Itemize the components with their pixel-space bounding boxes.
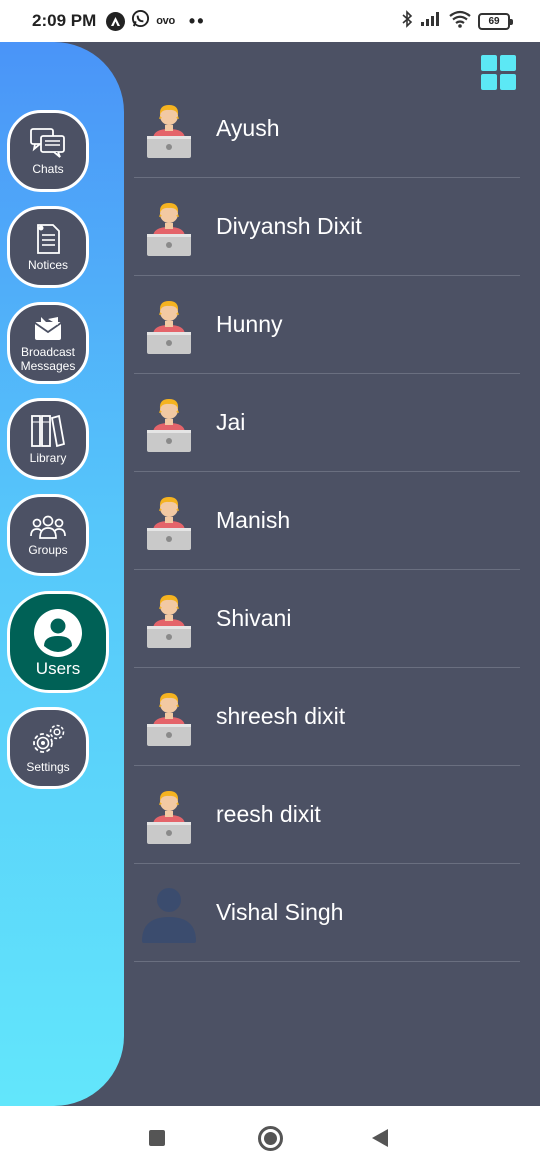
status-bar: 2:09 PM ovo •• 69 bbox=[0, 0, 540, 42]
user-name: Manish bbox=[216, 507, 291, 533]
user-name: Hunny bbox=[216, 311, 283, 337]
library-icon bbox=[30, 414, 66, 448]
groups-icon bbox=[29, 514, 67, 540]
ovo-icon: ovo bbox=[156, 15, 175, 27]
developer-avatar-icon bbox=[135, 683, 203, 751]
sidebar-item-broadcast-messages[interactable]: Broadcast Messages bbox=[7, 302, 89, 384]
user-name: reesh dixit bbox=[216, 801, 321, 827]
user-list: Ayush Divyansh Dixit Hunny Jai Manish Shivani… bbox=[134, 80, 520, 962]
user-list-item[interactable]: Vishal Singh bbox=[134, 864, 520, 962]
developer-avatar-icon bbox=[135, 585, 203, 653]
back-button[interactable] bbox=[372, 1129, 388, 1147]
more-notifications-dots: •• bbox=[188, 10, 206, 31]
bluetooth-icon bbox=[401, 9, 413, 33]
wifi-icon bbox=[449, 10, 471, 33]
recents-button[interactable] bbox=[149, 1130, 165, 1146]
developer-avatar-icon bbox=[135, 193, 203, 261]
status-time: 2:09 PM bbox=[32, 11, 97, 30]
whatsapp-icon bbox=[131, 9, 150, 33]
sidebar-item-label: Library bbox=[29, 450, 67, 465]
user-list-item[interactable]: shreesh dixit bbox=[134, 668, 520, 766]
user-icon bbox=[33, 608, 83, 658]
battery-icon: 69 bbox=[478, 12, 513, 30]
user-list-item[interactable]: Manish bbox=[134, 472, 520, 570]
user-name: shreesh dixit bbox=[216, 703, 346, 729]
sidebar-item-library[interactable]: Library bbox=[7, 398, 89, 480]
broadcast-icon bbox=[33, 314, 63, 342]
user-list-item[interactable]: Divyansh Dixit bbox=[134, 178, 520, 276]
sidebar-item-groups[interactable]: Groups bbox=[7, 494, 89, 576]
developer-avatar-icon bbox=[135, 487, 203, 555]
sidebar-item-chats[interactable]: Chats bbox=[7, 110, 89, 192]
sidebar-item-label: Notices bbox=[27, 257, 68, 272]
user-name: Divyansh Dixit bbox=[216, 213, 362, 239]
sidebar-item-label: Chats bbox=[32, 161, 64, 176]
developer-avatar-icon bbox=[135, 389, 203, 457]
user-list-item[interactable]: Shivani bbox=[134, 570, 520, 668]
system-nav-bar bbox=[0, 1106, 540, 1170]
sidebar-item-label: Users bbox=[35, 659, 81, 678]
user-name: Shivani bbox=[216, 605, 292, 631]
home-button[interactable] bbox=[258, 1126, 283, 1151]
user-name: Ayush bbox=[216, 115, 280, 141]
sidebar-item-label: Settings bbox=[26, 759, 70, 774]
person-avatar-icon bbox=[135, 879, 203, 947]
user-name: Jai bbox=[216, 409, 246, 435]
sidebar-item-settings[interactable]: Settings bbox=[7, 707, 89, 789]
signal-icon bbox=[420, 11, 442, 32]
notice-icon bbox=[33, 223, 63, 255]
sidebar: Chats Notices Broadcast Messages Library… bbox=[0, 42, 124, 1106]
sidebar-item-notices[interactable]: Notices bbox=[7, 206, 89, 288]
developer-avatar-icon bbox=[135, 781, 203, 849]
user-list-item[interactable]: reesh dixit bbox=[134, 766, 520, 864]
chat-icon bbox=[29, 127, 67, 159]
developer-avatar-icon bbox=[135, 291, 203, 359]
sidebar-item-label: Groups bbox=[28, 542, 68, 557]
sidebar-item-label: Broadcast Messages bbox=[20, 344, 76, 373]
user-list-item[interactable]: Jai bbox=[134, 374, 520, 472]
developer-avatar-icon bbox=[135, 95, 203, 163]
sidebar-item-users[interactable]: Users bbox=[7, 591, 109, 693]
a-icon bbox=[106, 11, 126, 31]
user-list-item[interactable]: Hunny bbox=[134, 276, 520, 374]
gear-icon bbox=[29, 723, 67, 757]
user-name: Vishal Singh bbox=[216, 899, 344, 925]
user-list-item[interactable]: Ayush bbox=[134, 80, 520, 178]
